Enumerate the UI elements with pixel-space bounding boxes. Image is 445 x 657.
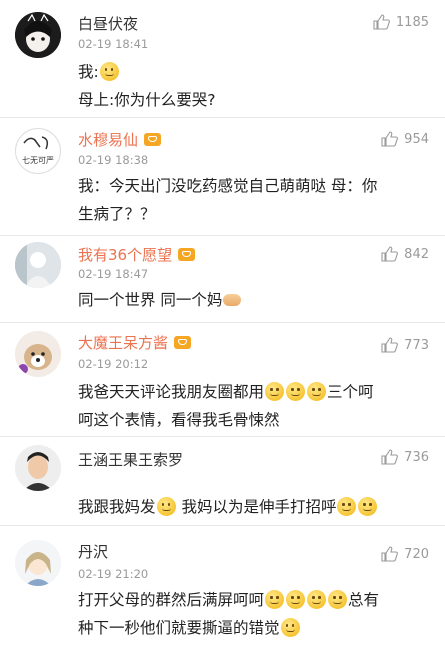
svg-text:七无可严: 七无可严 bbox=[22, 156, 54, 165]
comment-item: 七无可严 水穆易仙 02-19 18:38 954 我：今天出门没吃药感觉自己萌… bbox=[0, 118, 445, 235]
like-button[interactable]: 954 bbox=[381, 131, 429, 147]
thumbs-up-icon bbox=[381, 337, 399, 353]
thumbs-up-icon bbox=[373, 14, 390, 30]
like-count: 954 bbox=[404, 131, 429, 147]
smile-emoji-icon bbox=[307, 590, 327, 609]
avatar[interactable] bbox=[15, 242, 61, 288]
smile-emoji-icon bbox=[156, 497, 176, 516]
like-button[interactable]: 736 bbox=[381, 449, 429, 465]
thumbs-up-icon bbox=[381, 131, 399, 147]
smile-emoji-icon bbox=[280, 618, 300, 637]
smile-emoji-icon bbox=[337, 497, 357, 516]
smile-emoji-icon bbox=[99, 62, 119, 81]
username[interactable]: 丹沢 bbox=[78, 541, 108, 562]
comment-text: 同一个世界 同一个妈 bbox=[78, 286, 428, 314]
smile-emoji-icon bbox=[328, 590, 348, 609]
avatar[interactable] bbox=[15, 12, 61, 58]
thumbs-up-icon bbox=[381, 246, 399, 262]
like-count: 736 bbox=[404, 449, 429, 465]
avatar[interactable]: 七无可严 bbox=[15, 128, 61, 174]
timestamp: 02-19 18:47 bbox=[78, 267, 149, 281]
avatar[interactable] bbox=[15, 445, 61, 491]
comment-text: 打开父母的群然后满屏呵呵 总有 种下一秒他们就要撕逼的错觉 bbox=[78, 590, 380, 637]
comment-text: 我跟我妈发 我妈以为是伸手打招呼 bbox=[78, 493, 428, 521]
crown-badge-icon bbox=[174, 336, 192, 349]
smile-emoji-icon bbox=[265, 382, 285, 401]
username[interactable]: 王涵王果王索罗 bbox=[78, 449, 183, 470]
username[interactable]: 白昼伏夜 bbox=[78, 13, 138, 34]
thumbs-up-icon bbox=[381, 449, 399, 465]
crown-badge-icon bbox=[178, 248, 196, 261]
smile-emoji-icon bbox=[358, 497, 378, 516]
timestamp: 02-19 21:20 bbox=[78, 567, 149, 581]
comment-item: 大魔王呆方酱 02-19 20:12 773 我爸天天评论我朋友圈都用 三个呵 呵… bbox=[0, 323, 445, 436]
thumbs-up-icon bbox=[381, 546, 399, 562]
like-count: 1185 bbox=[395, 14, 429, 30]
like-button[interactable]: 773 bbox=[381, 337, 429, 353]
smile-emoji-icon bbox=[286, 590, 306, 609]
timestamp: 02-19 18:41 bbox=[78, 37, 149, 51]
comment-item: 我有36个愿望 02-19 18:47 842 同一个世界 同一个妈 bbox=[0, 236, 445, 322]
username[interactable]: 水穆易仙 bbox=[78, 129, 162, 150]
wave-emoji-icon bbox=[223, 294, 242, 306]
comment-item: 白昼伏夜 02-19 18:41 1185 我: 母上:你为什么要哭? bbox=[0, 0, 445, 118]
avatar[interactable] bbox=[15, 540, 61, 586]
comment-list: 白昼伏夜 02-19 18:41 1185 我: 母上:你为什么要哭? 七无可严… bbox=[0, 0, 445, 657]
smile-emoji-icon bbox=[265, 590, 285, 609]
avatar[interactable] bbox=[15, 331, 61, 377]
username[interactable]: 大魔王呆方酱 bbox=[78, 332, 192, 353]
smile-emoji-icon bbox=[307, 382, 327, 401]
crown-badge-icon bbox=[144, 133, 162, 146]
comment-text: 我爸天天评论我朋友圈都用 三个呵 呵这个表情，看得我毛骨悚然 bbox=[78, 382, 374, 429]
like-button[interactable]: 720 bbox=[381, 546, 429, 562]
like-button[interactable]: 842 bbox=[381, 246, 429, 262]
like-count: 773 bbox=[404, 337, 429, 353]
like-button[interactable]: 1185 bbox=[373, 14, 429, 30]
comment-item: 丹沢 02-19 21:20 720 打开父母的群然后满屏呵呵 总有 种下一秒他们… bbox=[0, 526, 445, 657]
comment-text: 我: 母上:你为什么要哭? bbox=[78, 62, 216, 109]
like-count: 842 bbox=[404, 246, 429, 262]
timestamp: 02-19 18:38 bbox=[78, 153, 149, 167]
comment-text: 我：今天出门没吃药感觉自己萌萌哒 母：你 生病了？？ bbox=[78, 177, 378, 223]
username[interactable]: 我有36个愿望 bbox=[78, 244, 196, 265]
comment-item: 王涵王果王索罗 736 我跟我妈发 我妈以为是伸手打招呼 bbox=[0, 437, 445, 525]
timestamp: 02-19 20:12 bbox=[78, 357, 149, 371]
like-count: 720 bbox=[404, 546, 429, 562]
smile-emoji-icon bbox=[286, 382, 306, 401]
